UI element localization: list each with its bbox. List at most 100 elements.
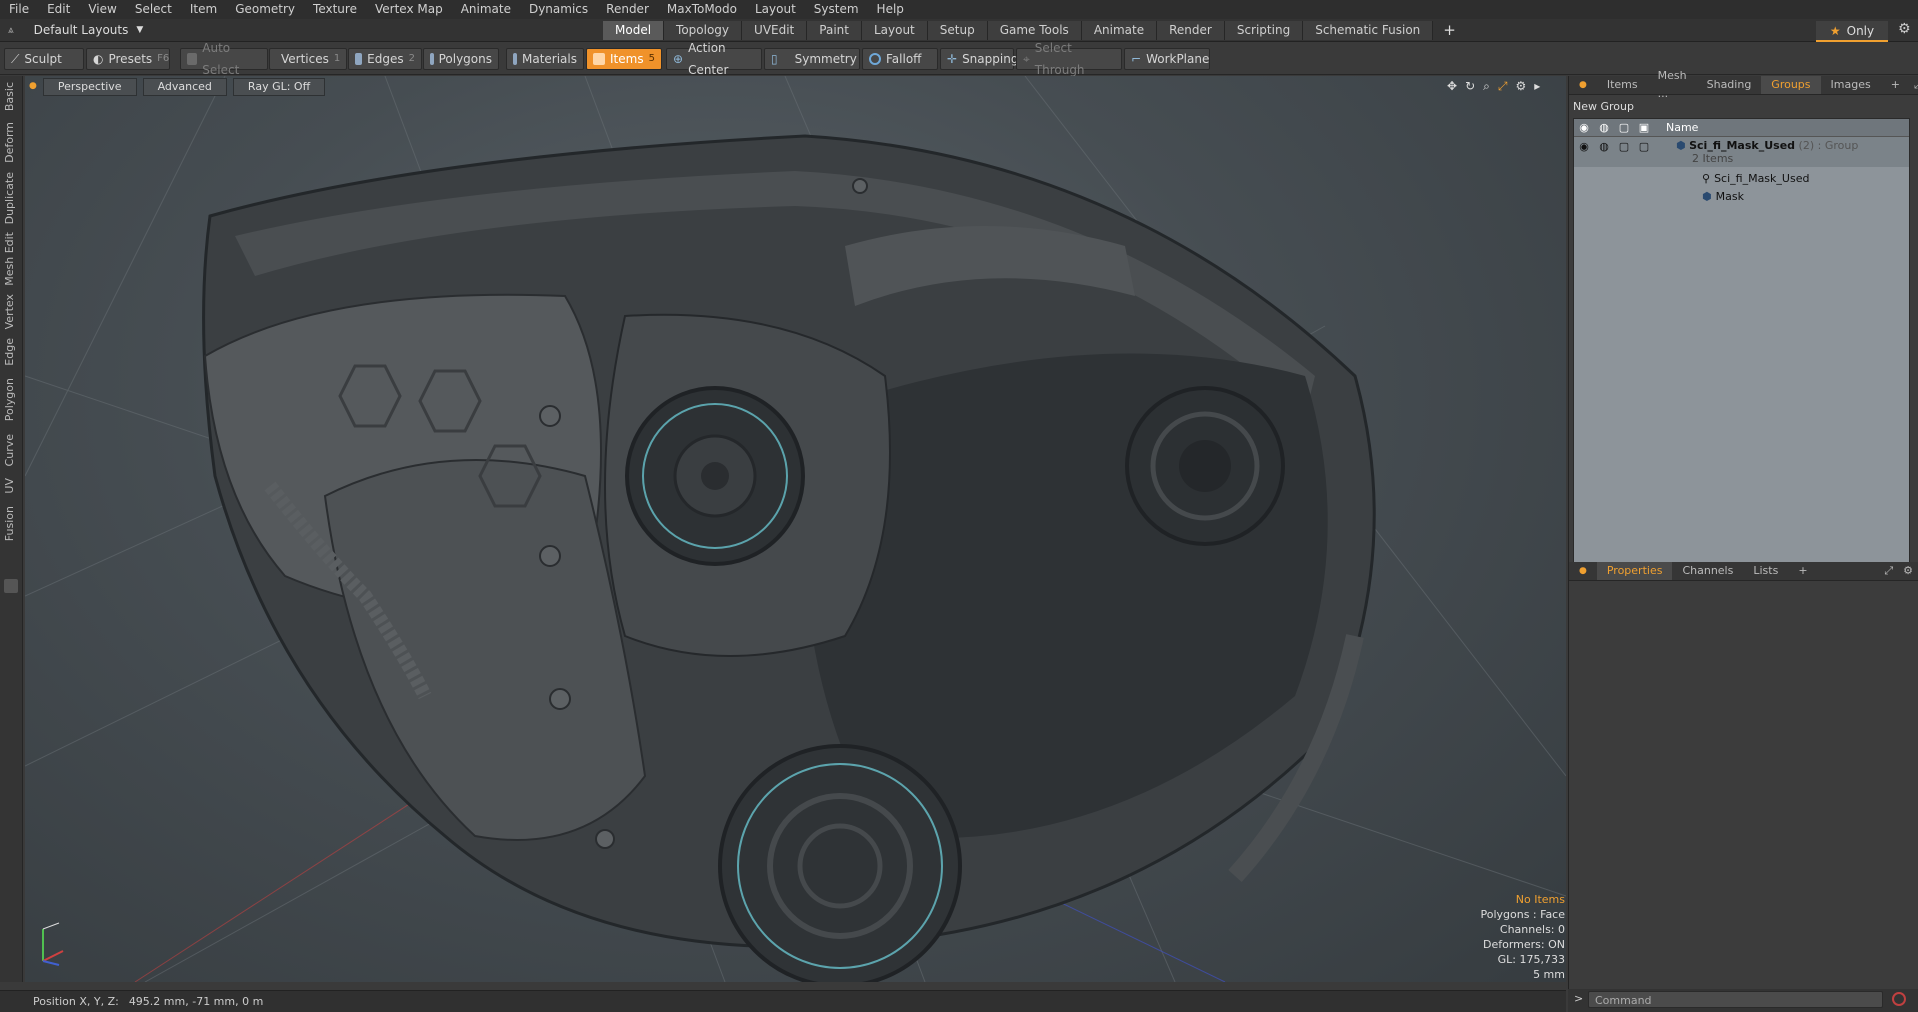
add-prop-tab-icon[interactable]: + [1788,562,1817,580]
tab-items[interactable]: Items [1597,76,1648,94]
tab-basic[interactable]: Basic [3,82,16,111]
tab-edge[interactable]: Edge [3,338,16,366]
menu-help[interactable]: Help [868,0,913,19]
expand-panel-icon[interactable]: ⤢ [1910,76,1918,94]
sculpt-button[interactable]: ⟋ Sculpt [4,48,84,70]
tab-render[interactable]: Render [1157,21,1225,40]
falloff-button[interactable]: Falloff [862,48,938,70]
only-button[interactable]: ★ Only [1816,21,1888,42]
play-arrow-icon[interactable]: ▸ [1534,79,1540,94]
tab-fusion[interactable]: Fusion [3,506,16,541]
status-bar: Position X, Y, Z: 495.2 mm, -71 mm, 0 m [0,990,1566,1012]
move-view-icon[interactable]: ✥ [1447,79,1457,94]
gear-icon[interactable]: ⚙ [1898,21,1911,37]
tab-scripting[interactable]: Scripting [1224,21,1304,40]
action-center-button[interactable]: ⊕ Action Center [666,41,762,77]
viewport-gear-icon[interactable]: ⚙ [1515,79,1526,94]
tab-duplicate[interactable]: Duplicate [3,172,16,224]
advanced-button[interactable]: Advanced [142,78,227,96]
group-row-root[interactable]: ◉ ◍ ▢ ▢ ⬢ Sci_fi_Mask_Used (2) : Group 2… [1574,137,1909,167]
name-column-header[interactable]: Name [1666,121,1698,134]
menu-select[interactable]: Select [126,0,181,19]
menu-render[interactable]: Render [597,0,658,19]
render-col-icon: ◍ [1599,121,1609,134]
raygl-button[interactable]: Ray GL: Off [232,78,326,96]
tab-properties[interactable]: Properties [1596,562,1673,580]
edges-count: 2 [408,53,415,64]
select-toggle-icon[interactable]: ▢ [1634,140,1654,153]
menu-item[interactable]: Item [181,0,226,19]
tab-deform[interactable]: Deform [3,122,16,163]
tab-collapse-icon[interactable] [4,579,18,593]
add-tab-icon[interactable]: + [1433,21,1466,40]
layout-selector[interactable]: ⩓ Default Layouts ▼ [8,19,143,41]
polygons-button[interactable]: Polygons [423,48,499,70]
tab-paint[interactable]: Paint [807,21,862,40]
render-toggle-icon[interactable]: ◍ [1594,140,1614,153]
visibility-eye-icon[interactable]: ◉ [1574,140,1594,153]
menu-edit[interactable]: Edit [38,0,79,19]
menu-maxtomodo[interactable]: MaxToModo [658,0,746,19]
lock-toggle-icon[interactable]: ▢ [1614,140,1634,153]
3d-viewport[interactable] [25,76,1566,982]
items-button[interactable]: Items 5 [586,48,662,70]
auto-select-button[interactable]: Auto Select [180,41,268,77]
perspective-button[interactable]: Perspective [42,78,137,96]
menu-system[interactable]: System [805,0,868,19]
symmetry-button[interactable]: ▯ Symmetry [764,48,860,70]
tab-mesh-edit[interactable]: Mesh Edit [3,232,16,286]
tab-channels[interactable]: Channels [1672,562,1743,580]
viewport-header: ● Perspective Advanced Ray GL: Off [29,78,326,96]
menu-geometry[interactable]: Geometry [226,0,304,19]
workplane-button[interactable]: ⌐ WorkPlane [1124,48,1210,70]
menu-vertex-map[interactable]: Vertex Map [366,0,452,19]
sculpt-label: Sculpt [24,52,62,66]
tab-shading[interactable]: Shading [1697,76,1762,94]
tab-curve[interactable]: Curve [3,434,16,466]
select-through-button[interactable]: ⌖ Select Through [1016,41,1122,77]
locator-icon: ⚲ [1702,171,1711,185]
command-input[interactable]: Command [1588,991,1883,1008]
snapping-button[interactable]: ✛ Snapping [940,48,1018,70]
tab-mesh[interactable]: Mesh ... [1648,67,1697,103]
menu-texture[interactable]: Texture [304,0,366,19]
group-row-child[interactable]: ⚲ Sci_fi_Mask_Used [1574,169,1909,187]
menu-view[interactable]: View [79,0,125,19]
tab-schematic-fusion[interactable]: Schematic Fusion [1303,21,1434,40]
tab-layout[interactable]: Layout [861,21,928,40]
menu-layout[interactable]: Layout [746,0,805,19]
vertices-button[interactable]: Vertices 1 [269,48,347,70]
properties-tabs: ● Properties Channels Lists + ⤢ ⚙ [1569,562,1918,581]
add-panel-tab-icon[interactable]: + [1881,76,1910,94]
edges-button[interactable]: Edges 2 [348,48,422,70]
tab-groups[interactable]: Groups [1761,76,1821,94]
panel-grip-icon: ● [1579,80,1587,90]
menu-dynamics[interactable]: Dynamics [520,0,597,19]
group-row-child[interactable]: ⬢ Mask [1574,187,1909,205]
presets-button[interactable]: ◐ Presets F6 [86,48,170,70]
axis-gizmo [39,921,65,966]
materials-button[interactable]: Materials [506,48,584,70]
menu-animate[interactable]: Animate [452,0,520,19]
tab-setup[interactable]: Setup [927,21,988,40]
vent-lower [718,744,962,982]
panel-grip-icon: ● [1579,566,1587,576]
viewport-nav-icons: ✥ ↻ ⌕ ⤢ ⚙ ▸ [1447,79,1540,94]
tab-polygon[interactable]: Polygon [3,378,16,421]
zoom-view-icon[interactable]: ⌕ [1483,79,1490,94]
maximize-icon[interactable]: ⤢ [1498,79,1508,94]
tab-images[interactable]: Images [1821,76,1881,94]
tab-vertex[interactable]: Vertex [3,294,16,329]
new-group-button[interactable]: New Group [1573,100,1634,113]
prop-gear-icon[interactable]: ⚙ [1897,562,1918,580]
tab-lists[interactable]: Lists [1743,562,1788,580]
presets-icon: ◐ [93,52,104,66]
tab-uv[interactable]: UV [3,478,16,494]
toolbar: ⟋ Sculpt ◐ Presets F6 Auto Select Vertic… [0,41,1918,77]
expand-prop-icon[interactable]: ⤢ [1880,562,1897,580]
tab-model[interactable]: Model [603,21,665,40]
menu-file[interactable]: File [0,0,38,19]
info-polygons: Polygons : Face [1480,908,1565,921]
rotate-view-icon[interactable]: ↻ [1465,79,1475,94]
record-icon[interactable] [1892,992,1906,1006]
